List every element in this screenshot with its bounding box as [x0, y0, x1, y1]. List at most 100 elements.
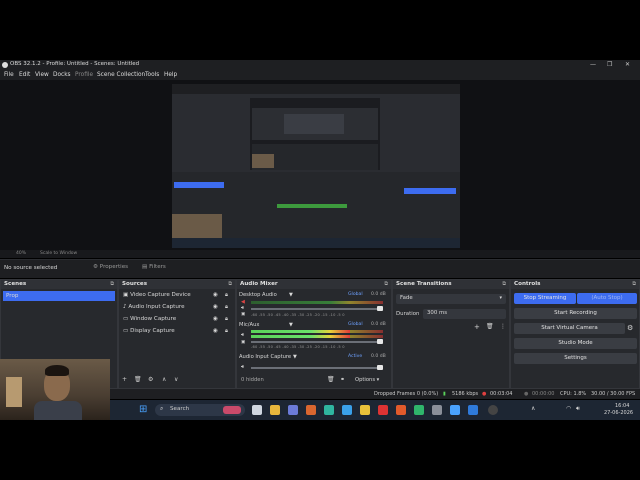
chevron-down-icon[interactable]: ▼ [289, 322, 293, 328]
chevron-down-icon[interactable]: ▼ [293, 354, 297, 360]
clock-time[interactable]: 16:04 [615, 403, 629, 409]
app-icon[interactable] [306, 405, 316, 415]
options-button[interactable]: Options ▾ [355, 377, 379, 383]
task-view-icon[interactable] [252, 405, 262, 415]
lock-icon[interactable]: 🔒︎ [225, 301, 228, 313]
wifi-icon[interactable]: ◠ [566, 405, 571, 412]
filter-icon: ▤ [142, 264, 148, 270]
tray-chevron-up-icon[interactable]: ∧ [531, 405, 535, 412]
maximize-icon[interactable]: ❐ [607, 61, 612, 68]
trash-icon[interactable]: 🗑︎ [486, 323, 494, 330]
visibility-eye-icon[interactable]: ◉ [213, 301, 218, 313]
window-icon: ▭ [123, 316, 129, 322]
gear-icon[interactable]: ⚙ [627, 324, 633, 332]
volume-slider-knob[interactable] [377, 306, 383, 311]
obs-icon[interactable] [488, 405, 498, 415]
source-item[interactable]: ▭ Window Capture ◉ 🔒︎ [119, 313, 235, 325]
app-icon[interactable] [360, 405, 370, 415]
display-icon: ▭ [123, 328, 129, 334]
filters-button[interactable]: ▤ Filters [142, 264, 166, 270]
gear-icon[interactable]: ⚙ [148, 376, 153, 383]
app-icon[interactable] [432, 405, 442, 415]
add-icon[interactable]: + [474, 323, 480, 331]
move-up-icon[interactable]: ∧ [162, 376, 166, 383]
menu-tools[interactable]: Tools [145, 72, 159, 78]
brave-icon[interactable] [396, 405, 406, 415]
dock-settings-icon[interactable]: ⧉ [228, 280, 232, 289]
taskbar-search-box[interactable]: ⌕ Search [155, 404, 245, 416]
microphone-icon: ♪ [123, 304, 127, 310]
dock-settings-icon[interactable]: ⧉ [384, 280, 388, 289]
clock-date[interactable]: 27-06-2026 [604, 410, 633, 416]
scene-item[interactable]: Prop [3, 291, 115, 301]
zoom-mode[interactable]: Scale to Window [40, 251, 77, 256]
speaker-icon[interactable]: 🔊︎ [241, 305, 244, 311]
menu-view[interactable]: View [35, 72, 49, 78]
app-icon[interactable] [288, 405, 298, 415]
link-icon[interactable]: ⚭ [340, 376, 345, 383]
vscode-icon[interactable] [468, 405, 478, 415]
volume-slider-track[interactable] [251, 308, 383, 310]
trash-icon[interactable]: 🗑︎ [134, 376, 142, 383]
zoom-value[interactable]: 40% [16, 251, 26, 256]
volume-icon[interactable]: 🔊︎ [576, 405, 580, 413]
move-down-icon[interactable]: ∨ [174, 376, 178, 383]
speaker-icon[interactable]: 🔊︎ [241, 364, 244, 370]
channel-tag: Global [348, 292, 363, 297]
search-icon: ⌕ [160, 405, 164, 412]
edge-icon[interactable] [324, 405, 334, 415]
lock-icon[interactable]: ▣ [241, 312, 245, 317]
dock-settings-icon[interactable]: ⧉ [110, 280, 114, 289]
properties-button[interactable]: ⚙ Properties [93, 264, 128, 270]
app-icon[interactable] [414, 405, 424, 415]
add-icon[interactable]: + [122, 376, 127, 383]
dock-settings-icon[interactable]: ⧉ [502, 280, 506, 289]
lock-icon[interactable]: 🔒︎ [225, 313, 228, 325]
start-recording-button[interactable]: Start Recording [514, 308, 637, 319]
duration-input[interactable]: 300 ms [423, 309, 506, 319]
dock-settings-icon[interactable]: ⧉ [632, 280, 636, 289]
app-icon[interactable] [378, 405, 388, 415]
trash-icon[interactable]: 🗑︎ [327, 376, 335, 383]
menu-profile[interactable]: Profile [75, 72, 93, 78]
source-item[interactable]: ♪ Audio Input Capture ◉ 🔒︎ [119, 301, 235, 313]
visibility-eye-icon[interactable]: ◉ [213, 289, 218, 301]
auto-stop-button[interactable]: (Auto Stop) [577, 293, 637, 304]
speaker-icon[interactable]: 🔊︎ [241, 332, 244, 338]
visibility-eye-icon[interactable]: ◉ [213, 313, 218, 325]
source-item[interactable]: ▭ Display Capture ◉ 🔒︎ [119, 325, 235, 337]
stop-streaming-button[interactable]: Stop Streaming [514, 293, 576, 304]
gear-icon: ⚙ [93, 264, 99, 270]
lock-icon[interactable]: 🔒︎ [225, 289, 228, 301]
menu-file[interactable]: File [4, 72, 14, 78]
menu-docks[interactable]: Docks [53, 72, 71, 78]
studio-mode-button[interactable]: Studio Mode [514, 338, 637, 349]
camera-icon: ▣ [123, 292, 129, 298]
lock-icon[interactable]: 🔒︎ [225, 325, 228, 337]
visibility-eye-icon[interactable]: ◉ [213, 325, 218, 337]
close-icon[interactable]: ✕ [625, 61, 630, 68]
volume-slider-knob[interactable] [377, 339, 383, 344]
start-virtual-camera-button[interactable]: Start Virtual Camera [514, 323, 625, 334]
volume-slider-track[interactable] [251, 341, 383, 343]
file-explorer-icon[interactable] [270, 405, 280, 415]
volume-slider-track[interactable] [251, 367, 383, 369]
volume-slider-knob[interactable] [377, 365, 383, 370]
menu-help[interactable]: Help [164, 72, 177, 78]
preview-canvas[interactable] [0, 80, 640, 250]
dropped-frames: Dropped Frames 0 (0.0%) [374, 391, 439, 397]
audio-mixer-header: Audio Mixer ⧉ [237, 280, 391, 289]
menu-scene-collection[interactable]: Scene Collection [97, 72, 145, 78]
more-icon[interactable]: ⋮ [500, 323, 506, 330]
windows-start-icon[interactable]: ⊞ [139, 404, 147, 415]
transition-select[interactable]: Fade ▾ [396, 294, 506, 304]
menu-edit[interactable]: Edit [19, 72, 30, 78]
app-icon[interactable] [342, 405, 352, 415]
settings-button[interactable]: Settings [514, 353, 637, 364]
chevron-down-icon: ▾ [499, 295, 502, 301]
minimize-icon[interactable]: — [590, 61, 596, 68]
lock-icon[interactable]: ▣ [241, 340, 245, 345]
app-icon[interactable] [450, 405, 460, 415]
source-item[interactable]: ▣ Video Capture Device ◉ 🔒︎ [119, 289, 235, 301]
chevron-down-icon[interactable]: ▼ [289, 292, 293, 298]
